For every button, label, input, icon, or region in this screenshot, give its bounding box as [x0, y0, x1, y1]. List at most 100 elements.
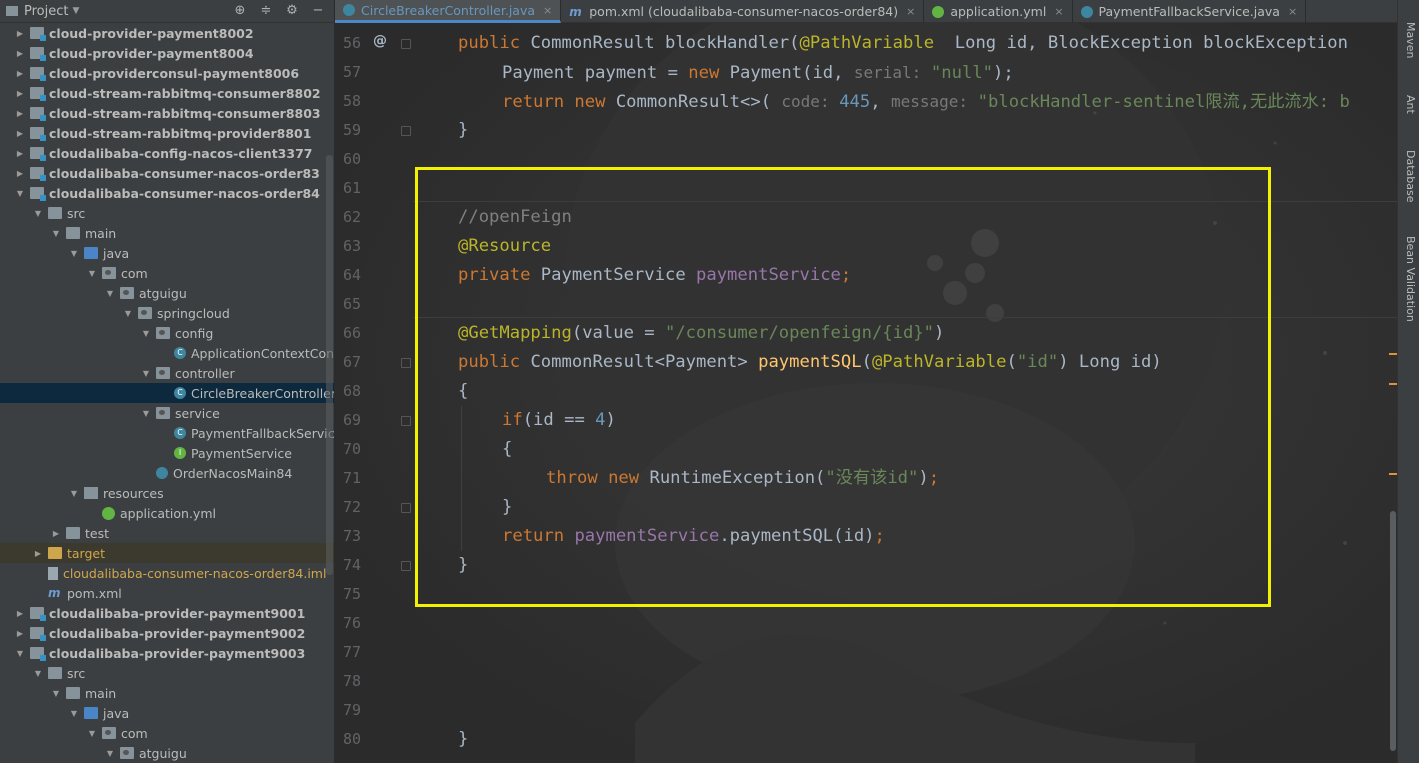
line-number[interactable]: 71: [335, 464, 361, 493]
code-line[interactable]: }: [458, 116, 468, 145]
folder-node[interactable]: ▼ atguigu: [0, 283, 334, 303]
folder-node[interactable]: ▼ service: [0, 403, 334, 423]
folder-node[interactable]: ▼ atguigu: [0, 743, 334, 763]
module-node[interactable]: ▶ cloudalibaba-provider-payment9001: [0, 603, 334, 623]
line-number[interactable]: 60: [335, 145, 361, 174]
fold-toggle-icon[interactable]: [401, 126, 411, 136]
chevron-right-icon[interactable]: ▶: [14, 49, 26, 58]
line-number[interactable]: 57: [335, 58, 361, 87]
editor-tab[interactable]: PaymentFallbackService.java ×: [1073, 0, 1307, 23]
line-number[interactable]: 62: [335, 203, 361, 232]
folder-node[interactable]: ▼ com: [0, 263, 334, 283]
chevron-down-icon[interactable]: ▼: [104, 749, 116, 758]
code-line[interactable]: return new CommonResult<>( code: 445, me…: [502, 87, 1350, 116]
line-number[interactable]: 76: [335, 609, 361, 638]
close-icon[interactable]: ×: [1054, 5, 1063, 18]
chevron-down-icon[interactable]: ▼: [140, 409, 152, 418]
folder-node[interactable]: ▼ com: [0, 723, 334, 743]
warning-marker[interactable]: [1389, 473, 1397, 475]
editor-tab[interactable]: CircleBreakerController.java ×: [335, 0, 562, 23]
database-tool-button[interactable]: Database: [1401, 150, 1417, 203]
code-line[interactable]: }: [458, 725, 468, 754]
folder-node[interactable]: ▼ resources: [0, 483, 334, 503]
chevron-down-icon[interactable]: ▼: [86, 269, 98, 278]
chevron-down-icon[interactable]: ▼: [32, 669, 44, 678]
code-line[interactable]: Payment payment = new Payment(id, serial…: [502, 58, 1014, 87]
module-node[interactable]: ▶ cloud-providerconsul-payment8006: [0, 63, 334, 83]
close-icon[interactable]: ×: [1288, 5, 1297, 18]
folder-node[interactable]: ▼ java: [0, 243, 334, 263]
line-number[interactable]: 72: [335, 493, 361, 522]
locate-file-icon[interactable]: ⊕: [232, 3, 248, 19]
line-number[interactable]: 78: [335, 667, 361, 696]
chevron-down-icon[interactable]: ▼: [14, 649, 26, 658]
line-number[interactable]: 80: [335, 725, 361, 754]
line-number[interactable]: 75: [335, 580, 361, 609]
folder-node[interactable]: ▶ test: [0, 523, 334, 543]
line-number[interactable]: 59: [335, 116, 361, 145]
maven-tool-button[interactable]: Maven: [1401, 22, 1417, 58]
module-node[interactable]: ▶ cloud-stream-rabbitmq-consumer8802: [0, 83, 334, 103]
line-number[interactable]: 65: [335, 290, 361, 319]
file-node[interactable]: cloudalibaba-consumer-nacos-order84.iml: [0, 563, 334, 583]
fold-toggle-icon[interactable]: [401, 39, 411, 49]
fold-toggle-icon[interactable]: [401, 503, 411, 513]
warning-marker[interactable]: [1389, 383, 1397, 385]
chevron-down-icon[interactable]: ▼: [72, 6, 79, 16]
line-number[interactable]: 69: [335, 406, 361, 435]
line-number[interactable]: 66: [335, 319, 361, 348]
module-node[interactable]: ▶ cloudalibaba-consumer-nacos-order83: [0, 163, 334, 183]
bean-validation-tool-button[interactable]: Bean Validation: [1401, 236, 1417, 322]
code-line[interactable]: public CommonResult<Payment> paymentSQL(…: [458, 348, 1162, 377]
module-node[interactable]: ▼ cloudalibaba-consumer-nacos-order84: [0, 183, 334, 203]
project-tree-scrollbar[interactable]: [326, 155, 333, 575]
line-number[interactable]: 63: [335, 232, 361, 261]
chevron-right-icon[interactable]: ▶: [14, 29, 26, 38]
code-line[interactable]: }: [502, 493, 512, 522]
code-line[interactable]: }: [458, 551, 468, 580]
module-node[interactable]: ▶ cloud-provider-payment8004: [0, 43, 334, 63]
line-number[interactable]: 73: [335, 522, 361, 551]
line-number[interactable]: 58: [335, 87, 361, 116]
code-line[interactable]: {: [502, 435, 512, 464]
editor-scrollbar[interactable]: [1388, 23, 1397, 763]
code-view[interactable]: public CommonResult blockHandler(@PathVa…: [413, 23, 1397, 763]
code-line[interactable]: @Resource: [458, 232, 551, 261]
close-icon[interactable]: ×: [543, 4, 552, 17]
line-number[interactable]: 61: [335, 174, 361, 203]
line-number[interactable]: 70: [335, 435, 361, 464]
folder-node[interactable]: ▼ springcloud: [0, 303, 334, 323]
chevron-right-icon[interactable]: ▶: [14, 149, 26, 158]
folder-node[interactable]: ▶ target: [0, 543, 334, 563]
editor-tab[interactable]: m pom.xml (cloudalibaba-consumer-nacos-or…: [561, 0, 925, 23]
line-number[interactable]: 77: [335, 638, 361, 667]
file-node[interactable]: C ApplicationContextConf: [0, 343, 334, 363]
chevron-right-icon[interactable]: ▶: [14, 109, 26, 118]
chevron-down-icon[interactable]: ▼: [140, 329, 152, 338]
code-line[interactable]: private PaymentService paymentService;: [458, 261, 851, 290]
hide-panel-icon[interactable]: −: [310, 3, 326, 19]
chevron-down-icon[interactable]: ▼: [68, 249, 80, 258]
gear-icon[interactable]: ⚙: [284, 3, 300, 19]
line-number[interactable]: 67: [335, 348, 361, 377]
editor-scroll-thumb[interactable]: [1390, 511, 1396, 751]
chevron-down-icon[interactable]: ▼: [32, 209, 44, 218]
code-line[interactable]: {: [458, 377, 468, 406]
chevron-right-icon[interactable]: ▶: [14, 69, 26, 78]
module-node[interactable]: ▶ cloud-stream-rabbitmq-provider8801: [0, 123, 334, 143]
warning-marker[interactable]: [1389, 353, 1397, 355]
folder-node[interactable]: ▼ config: [0, 323, 334, 343]
chevron-right-icon[interactable]: ▶: [14, 129, 26, 138]
line-number[interactable]: 74: [335, 551, 361, 580]
module-node[interactable]: ▶ cloudalibaba-config-nacos-client3377: [0, 143, 334, 163]
chevron-down-icon[interactable]: ▼: [86, 729, 98, 738]
code-line[interactable]: @GetMapping(value = "/consumer/openfeign…: [458, 319, 944, 348]
chevron-down-icon[interactable]: ▼: [68, 489, 80, 498]
code-line[interactable]: if(id == 4): [502, 406, 616, 435]
chevron-down-icon[interactable]: ▼: [68, 709, 80, 718]
fold-toggle-icon[interactable]: [401, 561, 411, 571]
chevron-right-icon[interactable]: ▶: [14, 609, 26, 618]
folder-node[interactable]: ▼ main: [0, 683, 334, 703]
override-marker-icon[interactable]: @: [373, 33, 387, 49]
file-node[interactable]: OrderNacosMain84: [0, 463, 334, 483]
